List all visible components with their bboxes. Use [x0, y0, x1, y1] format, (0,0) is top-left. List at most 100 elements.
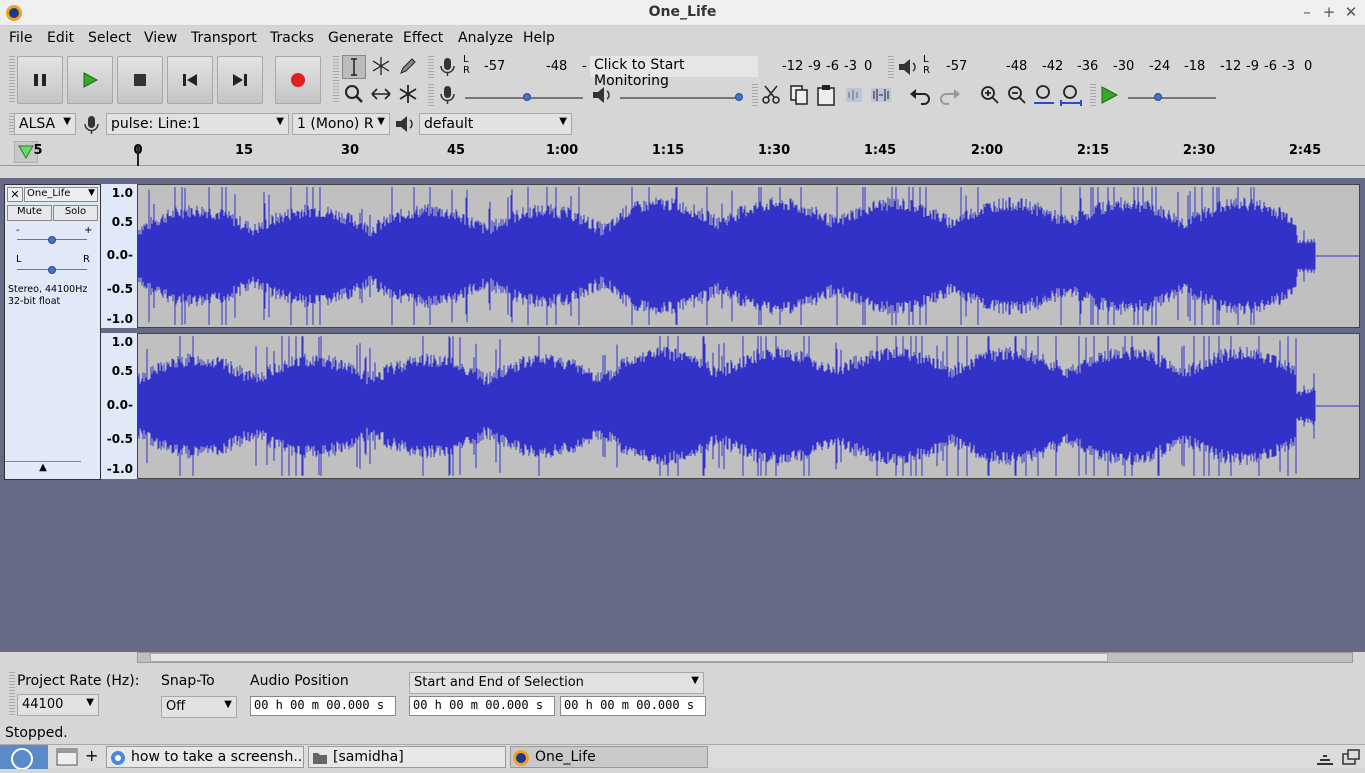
waveform-left-channel[interactable] [137, 184, 1360, 328]
play-tick: -12 [1220, 59, 1242, 74]
timeline-ruler[interactable]: 5 0 15 30 45 1:00 1:15 1:30 1:45 2:00 2:… [0, 140, 1365, 166]
selection-end-time[interactable]: 00 h 00 m 00.000 s [560, 696, 706, 716]
zoom-tool[interactable] [342, 83, 366, 107]
zoom-out-icon[interactable] [1005, 84, 1029, 106]
skip-start-button[interactable] [167, 56, 213, 104]
recording-meter[interactable]: -57 -48 - Click to Start Monitoring -12 … [476, 56, 876, 89]
skip-end-button[interactable] [217, 56, 263, 104]
track-close-button[interactable]: ✕ [7, 187, 23, 202]
copy-icon[interactable] [788, 84, 812, 106]
ruler-tick: 45 [446, 143, 466, 158]
show-desktop-icon[interactable] [56, 748, 78, 766]
playback-volume-thumb[interactable] [735, 93, 743, 101]
menu-generate[interactable]: Generate [328, 30, 393, 46]
fit-selection-icon[interactable] [1032, 84, 1056, 106]
i-beam-icon [351, 58, 357, 76]
multi-tool[interactable] [396, 83, 420, 107]
solo-button[interactable]: Solo [53, 205, 98, 221]
taskbar-item-folder[interactable]: [samidha] [308, 746, 506, 768]
record-button[interactable] [275, 56, 321, 104]
start-menu-icon [11, 748, 33, 770]
trim-icon[interactable] [842, 84, 866, 106]
taskbar-item-audacity[interactable]: One_Life [510, 746, 708, 768]
rec-tick: -3 [844, 59, 857, 74]
menu-file[interactable]: File [9, 30, 32, 46]
redo-icon[interactable] [936, 84, 962, 106]
playback-meter[interactable]: -57 -48 -42 -36 -30 -24 -18 -12 -9 -6 -3… [936, 57, 1341, 77]
silence-icon[interactable] [869, 84, 893, 106]
menu-tracks[interactable]: Tracks [270, 30, 314, 46]
toolbar-grip[interactable] [9, 56, 15, 104]
menu-transport[interactable]: Transport [191, 30, 257, 46]
undo-icon[interactable] [908, 84, 934, 106]
rec-tick: -12 [782, 59, 804, 74]
collapse-track-button[interactable]: ▲ [5, 461, 81, 478]
audio-position-time[interactable]: 00 h 00 m 00.000 s [250, 696, 396, 716]
mixer-grip[interactable] [428, 84, 434, 106]
selection-grip[interactable] [9, 672, 15, 716]
channels-select[interactable]: 1 (Mono) R ▼ [292, 113, 390, 135]
stop-button[interactable] [117, 56, 163, 104]
menu-effect[interactable]: Effect [403, 30, 443, 46]
taskbar-item-browser[interactable]: how to take a screensh... [106, 746, 304, 768]
waveform-right-channel[interactable] [137, 333, 1360, 479]
edit-grip[interactable] [752, 84, 758, 106]
timeshift-tool[interactable] [369, 83, 393, 107]
selection-start-time[interactable]: 00 h 00 m 00.000 s [409, 696, 555, 716]
project-rate-select[interactable]: 44100 ▼ [17, 694, 99, 716]
maximize-button[interactable]: + [1320, 3, 1338, 21]
speaker-icon [899, 59, 916, 75]
audio-host-value: ALSA [19, 116, 56, 132]
menu-edit[interactable]: Edit [47, 30, 74, 46]
input-device-select[interactable]: pulse: Line:1 ▼ [106, 113, 289, 135]
close-button[interactable]: ✕ [1342, 3, 1360, 21]
menu-select[interactable]: Select [88, 30, 131, 46]
scale-label: 0.0- [106, 248, 133, 262]
horizontal-scrollbar[interactable] [137, 652, 1353, 663]
draw-tool[interactable] [396, 55, 420, 79]
play-meter-grip[interactable] [888, 56, 894, 78]
taskbar: + how to take a screensh... [samidha] On… [0, 744, 1365, 770]
chevron-down-icon: ▼ [224, 699, 232, 710]
gain-thumb[interactable] [48, 236, 56, 244]
selection-tool[interactable] [342, 55, 366, 79]
pause-button[interactable] [17, 56, 63, 104]
rec-tick: -9 [808, 59, 821, 74]
speed-grip[interactable] [1090, 84, 1096, 106]
envelope-icon [372, 57, 390, 75]
add-launcher-icon[interactable]: + [85, 746, 98, 765]
window-list-icon[interactable] [1341, 748, 1361, 766]
menu-view[interactable]: View [144, 30, 177, 46]
zoom-in-icon[interactable] [978, 84, 1002, 106]
mute-button[interactable]: Mute [7, 205, 52, 221]
audio-host-select[interactable]: ALSA ▼ [14, 113, 76, 135]
track-name-menu[interactable]: One_Life ▼ [24, 187, 98, 202]
selection-mode-select[interactable]: Start and End of Selection ▼ [409, 672, 704, 694]
pencil-icon [400, 58, 416, 74]
play-speed-thumb[interactable] [1154, 93, 1162, 101]
cut-icon[interactable] [760, 84, 784, 106]
record-volume-thumb[interactable] [523, 93, 531, 101]
rec-meter-grip[interactable] [428, 56, 434, 78]
start-monitoring-button[interactable]: Click to Start Monitoring [590, 56, 758, 89]
pan-thumb[interactable] [48, 266, 56, 274]
envelope-tool[interactable] [369, 55, 393, 79]
play-speed-slider[interactable] [1128, 97, 1216, 99]
ruler-tick: 1:15 [651, 143, 685, 158]
playback-volume-slider[interactable] [620, 97, 742, 99]
play-at-speed-icon[interactable] [1098, 84, 1120, 106]
tools-grip[interactable] [333, 56, 339, 104]
output-device-select[interactable]: default ▼ [419, 113, 572, 135]
waveform-path [137, 187, 1316, 325]
scrollbar-thumb[interactable] [150, 653, 1108, 662]
snap-to-select[interactable]: Off ▼ [161, 696, 237, 718]
paste-icon[interactable] [815, 84, 839, 106]
start-menu-button[interactable] [0, 745, 48, 770]
play-button[interactable] [67, 56, 113, 104]
minimize-button[interactable]: – [1298, 3, 1316, 21]
menu-analyze[interactable]: Analyze [458, 30, 513, 46]
menu-help[interactable]: Help [523, 30, 555, 46]
chevron-down-icon: ▼ [276, 116, 284, 127]
fit-project-icon[interactable] [1059, 84, 1083, 106]
network-tray-icon[interactable] [1315, 748, 1335, 766]
